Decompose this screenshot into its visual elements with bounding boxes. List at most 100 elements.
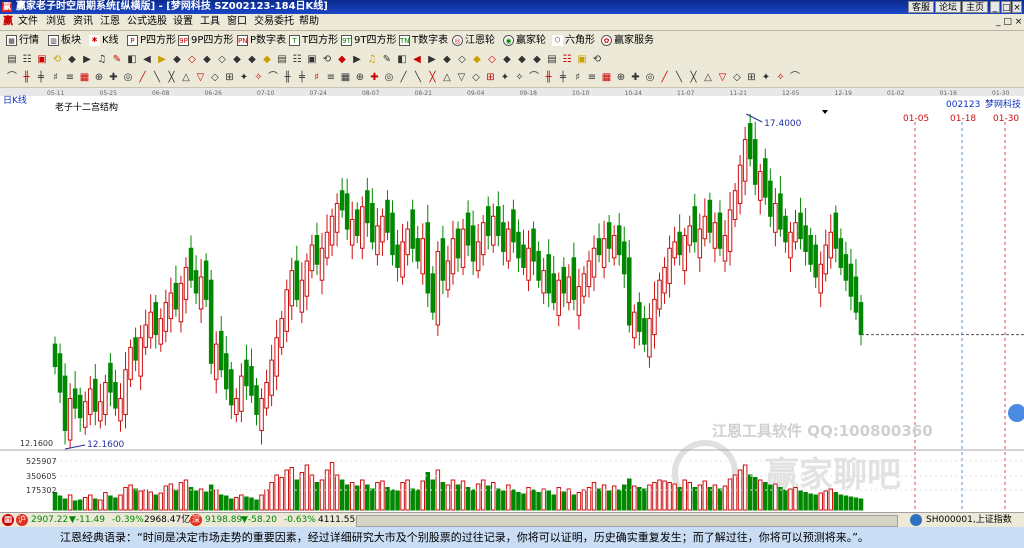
analysis-tool-icon[interactable]: ╲	[673, 72, 685, 84]
toolbar-9t-square-button[interactable]: 9T 9T四方形	[341, 34, 396, 48]
analysis-tool-icon[interactable]: ♯	[572, 72, 584, 84]
analysis-tool-icon[interactable]: ✚	[369, 72, 381, 84]
drawing-tool-icon[interactable]: ✎	[111, 54, 123, 66]
analysis-tool-icon[interactable]: ▦	[79, 72, 91, 84]
analysis-tool-icon[interactable]: ✧	[775, 72, 787, 84]
analysis-tool-icon[interactable]: ♯	[311, 72, 323, 84]
drawing-tool-icon[interactable]: ▶	[81, 54, 93, 66]
drawing-tool-icon[interactable]: ⟲	[591, 54, 603, 66]
horizontal-scrollbar[interactable]	[356, 515, 898, 527]
drawing-tool-icon[interactable]: ☷	[291, 54, 303, 66]
analysis-tool-icon[interactable]: ⌒	[6, 72, 18, 84]
drawing-tool-icon[interactable]: ☷	[561, 54, 573, 66]
drawing-tool-icon[interactable]: ♫	[366, 54, 378, 66]
analysis-tool-icon[interactable]: ✚	[630, 72, 642, 84]
drawing-tool-icon[interactable]: ◆	[246, 54, 258, 66]
drawing-tool-icon[interactable]: ▣	[36, 54, 48, 66]
toolbar-quotes-button[interactable]: ▦ 行情	[6, 34, 39, 48]
menu-news[interactable]: 资讯	[73, 14, 93, 30]
analysis-tool-icon[interactable]: ╱	[659, 72, 671, 84]
analysis-tool-icon[interactable]: ╪	[296, 72, 308, 84]
drawing-tool-icon[interactable]: ⟲	[51, 54, 63, 66]
analysis-tool-icon[interactable]: ≡	[64, 72, 76, 84]
toolbar-p-square-button[interactable]: P P四方形	[127, 34, 176, 48]
analysis-tool-icon[interactable]: ⌒	[267, 72, 279, 84]
analysis-tool-icon[interactable]: ≡	[325, 72, 337, 84]
app-menu-icon[interactable]: 赢	[3, 14, 13, 30]
analysis-tool-icon[interactable]: ╫	[282, 72, 294, 84]
analysis-tool-icon[interactable]: ╪	[35, 72, 47, 84]
toolbar-winner-wheel-button[interactable]: ◉ 赢家轮	[503, 34, 546, 48]
drawing-tool-icon[interactable]: ▶	[351, 54, 363, 66]
menu-trade[interactable]: 交易委托	[254, 14, 294, 30]
analysis-tool-icon[interactable]: ◎	[383, 72, 395, 84]
analysis-tool-icon[interactable]: ⊕	[354, 72, 366, 84]
kline-chart[interactable]: 05-11 05-25 06-08 06-26 07-10 07-24 08-07 08-21…	[0, 88, 1024, 512]
drawing-tool-icon[interactable]: ◧	[396, 54, 408, 66]
analysis-tool-icon[interactable]: ╳	[166, 72, 178, 84]
menu-help[interactable]: 帮助	[299, 14, 319, 30]
drawing-tool-icon[interactable]: ◆	[516, 54, 528, 66]
analysis-tool-icon[interactable]: ⌒	[528, 72, 540, 84]
drawing-tool-icon[interactable]: ▤	[546, 54, 558, 66]
drawing-tool-icon[interactable]: ◆	[171, 54, 183, 66]
analysis-tool-icon[interactable]: ♯	[50, 72, 62, 84]
analysis-tool-icon[interactable]: ◎	[122, 72, 134, 84]
analysis-tool-icon[interactable]: ◇	[209, 72, 221, 84]
toolbar-t-square-button[interactable]: T T四方形	[289, 34, 338, 48]
analysis-tool-icon[interactable]: ≡	[586, 72, 598, 84]
analysis-tool-icon[interactable]: ▽	[195, 72, 207, 84]
analysis-tool-icon[interactable]: ╱	[398, 72, 410, 84]
drawing-tool-icon[interactable]: ◇	[216, 54, 228, 66]
analysis-tool-icon[interactable]: ⊕	[615, 72, 627, 84]
forum-button[interactable]: 论坛	[935, 1, 961, 13]
analysis-tool-icon[interactable]: ⊞	[746, 72, 758, 84]
analysis-tool-icon[interactable]: ✦	[499, 72, 511, 84]
service-button[interactable]: 客服	[908, 1, 934, 13]
analysis-tool-icon[interactable]: ╲	[412, 72, 424, 84]
analysis-tool-icon[interactable]: ╪	[557, 72, 569, 84]
analysis-tool-icon[interactable]: ╫	[21, 72, 33, 84]
minimize-icon[interactable]: _	[990, 1, 1000, 13]
toolbar-9p-square-button[interactable]: 9P 9P四方形	[178, 34, 233, 48]
analysis-tool-icon[interactable]: △	[441, 72, 453, 84]
toolbar-kline-button[interactable]: ✱ K线	[89, 34, 119, 48]
drawing-tool-icon[interactable]: ◆	[231, 54, 243, 66]
analysis-tool-icon[interactable]: △	[702, 72, 714, 84]
drawing-tool-icon[interactable]: ☷	[21, 54, 33, 66]
toolbar-hexagon-button[interactable]: ⬡ 六角形	[552, 34, 595, 48]
analysis-tool-icon[interactable]: ⌒	[789, 72, 801, 84]
toolbar-blocks-button[interactable]: ▥ 板块	[48, 34, 81, 48]
drawing-tool-icon[interactable]: ◆	[336, 54, 348, 66]
analysis-tool-icon[interactable]: ╳	[688, 72, 700, 84]
toolbar-p-number-button[interactable]: PN P数字表	[237, 34, 286, 48]
menu-window[interactable]: 窗口	[227, 14, 247, 30]
menu-gann[interactable]: 江恩	[100, 14, 120, 30]
menu-formula-screen[interactable]: 公式选股	[127, 14, 167, 30]
drawing-tool-icon[interactable]: ♫	[96, 54, 108, 66]
toolbar-t-number-button[interactable]: TN T数字表	[399, 34, 448, 48]
drawing-tool-icon[interactable]: ▣	[576, 54, 588, 66]
close-icon[interactable]: ×	[1012, 1, 1022, 13]
maximize-icon[interactable]: □	[1001, 1, 1011, 13]
toolbar-service-button[interactable]: ✿ 赢家服务	[601, 34, 654, 48]
toolbar-gann-wheel-button[interactable]: ◎ 江恩轮	[452, 34, 495, 48]
analysis-tool-icon[interactable]: ◎	[644, 72, 656, 84]
drawing-tool-icon[interactable]: ◆	[441, 54, 453, 66]
menu-file[interactable]: 文件	[18, 14, 38, 30]
analysis-tool-icon[interactable]: ⊕	[93, 72, 105, 84]
analysis-tool-icon[interactable]: ✧	[253, 72, 265, 84]
drawing-tool-icon[interactable]: ▶	[156, 54, 168, 66]
homepage-button[interactable]: 主页	[962, 1, 988, 13]
analysis-tool-icon[interactable]: ╳	[427, 72, 439, 84]
drawing-tool-icon[interactable]: ◧	[126, 54, 138, 66]
current-index-label[interactable]: SH000001,上证指数	[926, 513, 1012, 527]
drawing-tool-icon[interactable]: ◇	[456, 54, 468, 66]
drawing-tool-icon[interactable]: ▣	[306, 54, 318, 66]
drawing-tool-icon[interactable]: ◇	[486, 54, 498, 66]
analysis-tool-icon[interactable]: ✚	[108, 72, 120, 84]
analysis-tool-icon[interactable]: ⊞	[485, 72, 497, 84]
menu-browse[interactable]: 浏览	[46, 14, 66, 30]
drawing-tool-icon[interactable]: ▤	[276, 54, 288, 66]
drawing-tool-icon[interactable]: ◀	[411, 54, 423, 66]
